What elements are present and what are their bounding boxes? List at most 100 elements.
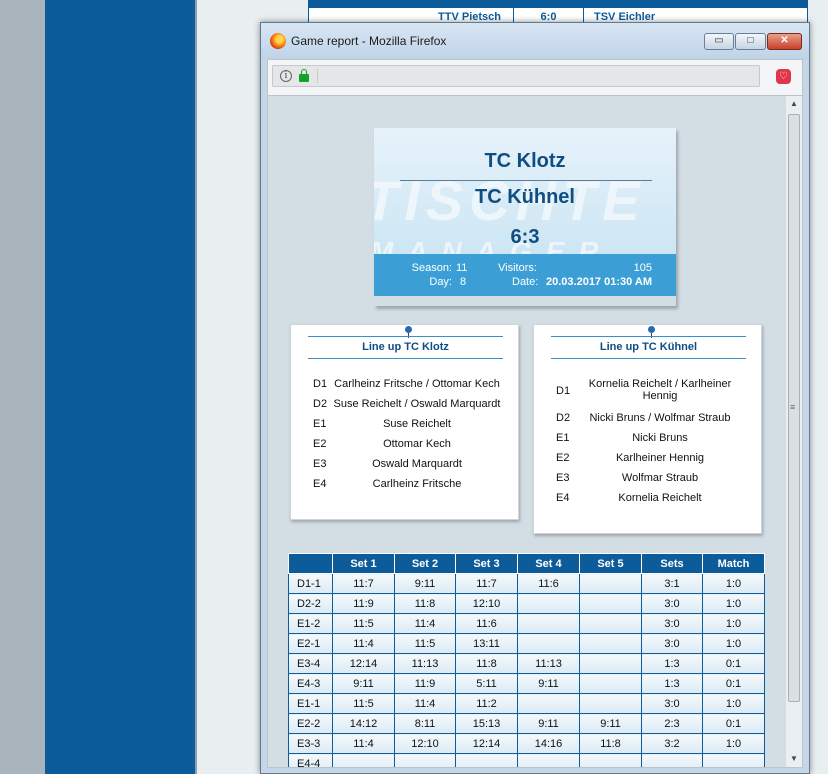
results-row: E4-4 [288,753,765,767]
result-cell [517,693,580,714]
result-cell: 8:11 [394,713,456,734]
season-label: Season: [411,262,452,274]
player-names: Nicki Bruns [632,432,688,444]
result-cell [517,633,580,654]
results-body: D1-1 11:7 9:11 11:7 11:6 3:1 1:0 D2-2 11:9 11:8 12… [288,573,765,767]
result-cell [579,613,642,634]
result-cell: 13:11 [455,633,518,654]
results-header-cell: Sets [641,553,703,574]
game-label: E3-3 [288,733,333,754]
results-row: E1-2 11:5 11:4 11:6 3:0 1:0 [288,613,765,634]
results-header-cell: Set 3 [455,553,518,574]
result-cell: 0:1 [702,673,765,694]
results-header-cell: Set 4 [517,553,580,574]
player-names: Nicki Bruns / Wolfmar Straub [589,412,731,424]
scroll-up-arrow-icon[interactable]: ▲ [786,96,802,112]
result-cell [517,753,580,767]
results-row: E2-2 14:12 8:11 15:13 9:11 9:11 2:3 0:1 [288,713,765,734]
result-cell: 2:3 [641,713,703,734]
season-value: 11 [456,262,468,274]
result-cell: 11:9 [332,593,395,614]
result-cell: 11:4 [332,633,395,654]
result-cell [332,753,395,767]
ticket-footer: Season: 11 Day: 8 Visitors: 105 Date: 20… [374,254,676,296]
date-label: Date: [512,276,539,288]
game-label: E3-4 [288,653,333,674]
results-row: E2-1 11:4 11:5 13:11 3:0 1:0 [288,633,765,654]
player-names: Suse Reichelt / Oswald Marquardt [333,398,501,410]
result-cell: 3:1 [641,573,703,594]
page-viewport: TISCHTE MANAGER TC Klotz TC Kühnel 6:3 S… [267,95,803,768]
result-cell: 11:2 [455,693,518,714]
result-cell: 11:5 [332,693,395,714]
lineup-home-title: Line up TC Klotz [308,336,503,359]
result-cell: 11:9 [394,673,456,694]
pin-icon [405,326,412,338]
result-cell: 11:8 [394,593,456,614]
result-cell [517,613,580,634]
results-header-cell: Set 5 [579,553,642,574]
player-names: Kornelia Reichelt / Karlheiner Hennig [588,378,732,402]
result-cell: 11:6 [455,613,518,634]
result-cell [394,753,456,767]
result-cell: 3:0 [641,693,703,714]
results-header-cell: Match [702,553,765,574]
player-names: Kornelia Reichelt [618,492,702,504]
result-cell: 12:14 [455,733,518,754]
result-cell [579,633,642,654]
result-cell: 15:13 [455,713,518,734]
result-cell: 11:7 [455,573,518,594]
url-bar[interactable]: i [272,65,760,87]
result-cell: 1:0 [702,633,765,654]
firefox-icon [270,33,286,49]
visitors-value: 105 [633,262,652,274]
desktop-background [0,0,45,774]
scroll-down-arrow-icon[interactable]: ▼ [786,751,802,767]
result-cell [579,673,642,694]
result-cell: 1:0 [702,613,765,634]
ticket-divider [400,180,652,181]
result-cell: 11:4 [394,693,456,714]
ticket-torn-edge [374,296,676,306]
day-label: Day: [429,276,452,288]
result-cell: 1:0 [702,593,765,614]
minimize-button[interactable]: ▭ [704,33,734,50]
close-button[interactable]: ✕ [767,33,802,50]
result-cell [579,753,642,767]
home-team-name: TC Klotz [484,150,566,172]
vertical-scrollbar[interactable]: ▲ ≡ ▼ [785,96,802,767]
results-row: D2-2 11:9 11:8 12:10 3:0 1:0 [288,593,765,614]
game-label: E4-3 [288,673,333,694]
window-titlebar[interactable]: Game report - Mozilla Firefox ▭ □ ✕ [261,23,809,59]
player-names: Carlheinz Fritsche / Ottomar Kech [334,378,500,390]
result-cell [579,653,642,674]
game-label: E2-2 [288,713,333,734]
result-cell: 9:11 [517,713,580,734]
result-cell: 5:11 [455,673,518,694]
results-row: E3-4 12:14 11:13 11:8 11:13 1:3 0:1 [288,653,765,674]
window-title: Game report - Mozilla Firefox [291,34,447,48]
result-cell: 11:6 [517,573,580,594]
maximize-button[interactable]: □ [735,33,766,50]
result-cell: 12:10 [455,593,518,614]
results-header-cell: Set 2 [394,553,456,574]
scrollbar-thumb[interactable]: ≡ [788,114,800,702]
results-row: E1-1 11:5 11:4 11:2 3:0 1:0 [288,693,765,714]
lineup-away-title: Line up TC Kühnel [551,336,746,359]
result-cell: 11:5 [394,633,456,654]
scrollbar-grip-icon: ≡ [790,402,796,412]
date-value: 20.03.2017 01:30 AM [546,276,652,288]
result-cell: 11:5 [332,613,395,634]
result-cell: 3:0 [641,613,703,634]
final-score: 6:3 [510,226,540,248]
player-names: Suse Reichelt [383,418,451,430]
lineup-home-card: Line up TC Klotz D1 Carlheinz Fritsche /… [290,324,519,520]
site-info-icon[interactable]: i [280,70,292,82]
result-cell [455,753,518,767]
pocket-icon[interactable]: ♡ [776,69,791,84]
result-cell: 3:0 [641,593,703,614]
lock-icon[interactable] [299,69,309,82]
game-label: E4-4 [288,753,333,767]
result-cell: 1:0 [702,733,765,754]
result-cell: 11:4 [394,613,456,634]
